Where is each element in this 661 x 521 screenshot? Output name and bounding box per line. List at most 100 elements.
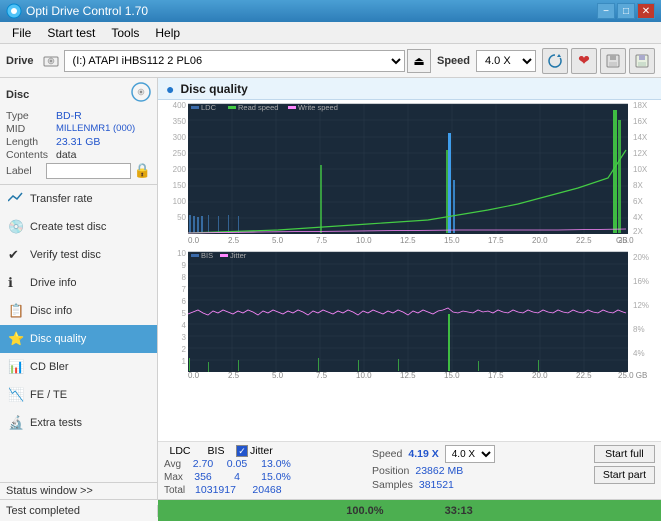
- disc-section-label: Disc: [6, 89, 29, 101]
- save-button1[interactable]: [600, 48, 626, 74]
- ldc-header: LDC: [164, 445, 196, 457]
- fe-te-icon: 📉: [8, 387, 24, 403]
- svg-text:12.5: 12.5: [400, 371, 416, 380]
- max-jitter: 15.0%: [256, 471, 296, 483]
- svg-text:6X: 6X: [633, 197, 643, 206]
- speed-select[interactable]: 4.0 X 2.0 X 6.0 X 8.0 X: [476, 50, 536, 72]
- svg-text:20.0: 20.0: [532, 371, 548, 380]
- disc-label-input[interactable]: [46, 163, 131, 179]
- close-button[interactable]: ✕: [637, 3, 655, 19]
- svg-text:2: 2: [182, 345, 187, 354]
- svg-text:BIS: BIS: [201, 251, 213, 260]
- test-complete-label: Test completed: [0, 505, 158, 517]
- dq-header-title: Disc quality: [180, 82, 247, 96]
- minimize-button[interactable]: −: [597, 3, 615, 19]
- verify-disc-label: Verify test disc: [30, 249, 101, 261]
- sidebar-item-drive-info[interactable]: ℹ Drive info: [0, 269, 157, 297]
- transfer-rate-label: Transfer rate: [30, 193, 93, 205]
- start-buttons: Start full Start part: [594, 445, 655, 484]
- svg-text:Write speed: Write speed: [298, 103, 338, 112]
- svg-text:5.0: 5.0: [272, 371, 284, 380]
- drive-info-icon: ℹ: [8, 275, 24, 291]
- svg-text:4: 4: [182, 321, 187, 330]
- progress-bar-container: 100.0% 33:13: [158, 500, 661, 521]
- sidebar-item-verify-test-disc[interactable]: ✔ Verify test disc: [0, 241, 157, 269]
- speed-dropdown[interactable]: 4.0 X 2.0 X 8.0 X: [445, 445, 495, 463]
- stats-ldc-bis: LDC BIS ✓ Jitter Avg 2.70 0.05 13.0% Max…: [164, 445, 364, 496]
- max-label: Max: [164, 472, 184, 483]
- app-icon: [6, 3, 22, 19]
- svg-text:50: 50: [177, 213, 186, 222]
- svg-text:200: 200: [173, 165, 187, 174]
- svg-text:0.0: 0.0: [188, 371, 200, 380]
- menu-file[interactable]: File: [4, 24, 39, 42]
- sidebar-item-disc-quality[interactable]: ⭐ Disc quality: [0, 325, 157, 353]
- lock-icon: 🔒: [134, 162, 151, 179]
- maximize-button[interactable]: □: [617, 3, 635, 19]
- charts-svg: 400 350 300 250 200 150 100 50 18X 16X 1…: [158, 100, 651, 380]
- type-label: Type: [6, 110, 56, 122]
- disc-label-field: Label: [6, 165, 46, 177]
- mid-value: MILLENMR1 (000): [56, 123, 135, 135]
- title-bar: Opti Drive Control 1.70 − □ ✕: [0, 0, 661, 22]
- drive-bar: Drive (I:) ATAPI iHBS112 2 PL06 ⏏ Speed …: [0, 44, 661, 78]
- start-full-button[interactable]: Start full: [594, 445, 655, 463]
- svg-text:3: 3: [182, 333, 187, 342]
- sidebar-item-fe-te[interactable]: 📉 FE / TE: [0, 381, 157, 409]
- svg-text:7.5: 7.5: [316, 371, 328, 380]
- svg-text:100: 100: [173, 197, 187, 206]
- menu-tools[interactable]: Tools: [103, 24, 147, 42]
- menu-start-test[interactable]: Start test: [39, 24, 103, 42]
- svg-text:7.5: 7.5: [316, 236, 328, 245]
- svg-text:9: 9: [182, 261, 187, 270]
- svg-text:10X: 10X: [633, 165, 648, 174]
- svg-text:350: 350: [173, 117, 187, 126]
- charts-area: 400 350 300 250 200 150 100 50 18X 16X 1…: [158, 100, 661, 441]
- svg-text:1: 1: [182, 357, 187, 366]
- samples-value: 381521: [419, 479, 454, 491]
- svg-text:12%: 12%: [633, 301, 649, 310]
- sidebar-item-create-test-disc[interactable]: 💿 Create test disc: [0, 213, 157, 241]
- eject-button[interactable]: ⏏: [407, 49, 431, 73]
- menu-help[interactable]: Help: [147, 24, 188, 42]
- svg-text:8%: 8%: [633, 325, 645, 334]
- svg-text:20%: 20%: [633, 253, 649, 262]
- main-layout: Disc Type BD-R MID MILLENMR1 (000) Lengt…: [0, 78, 661, 499]
- toolbar-icons: ❤: [542, 48, 655, 74]
- create-disc-label: Create test disc: [30, 221, 106, 233]
- svg-text:17.5: 17.5: [488, 236, 504, 245]
- svg-text:4%: 4%: [633, 349, 645, 358]
- type-value: BD-R: [56, 110, 82, 122]
- heart-button[interactable]: ❤: [571, 48, 597, 74]
- avg-label: Avg: [164, 459, 184, 470]
- svg-text:17.5: 17.5: [488, 371, 504, 380]
- start-part-button[interactable]: Start part: [594, 466, 655, 484]
- content-area: ● Disc quality: [158, 78, 661, 499]
- save-button2[interactable]: [629, 48, 655, 74]
- svg-text:22.5: 22.5: [576, 236, 592, 245]
- jitter-checkbox[interactable]: ✓: [236, 445, 248, 457]
- refresh-button[interactable]: [542, 48, 568, 74]
- drive-select[interactable]: (I:) ATAPI iHBS112 2 PL06: [64, 50, 405, 72]
- cd-bler-label: CD Bler: [30, 361, 69, 373]
- sidebar-item-cd-bler[interactable]: 📊 CD Bler: [0, 353, 157, 381]
- status-window-toggle[interactable]: Status window >>: [0, 482, 157, 499]
- svg-text:6: 6: [182, 297, 187, 306]
- sidebar: Disc Type BD-R MID MILLENMR1 (000) Lengt…: [0, 78, 158, 499]
- position-value: 23862 MB: [415, 465, 463, 477]
- progress-percent: 100.0% 33:13: [346, 505, 473, 517]
- svg-text:4X: 4X: [633, 213, 643, 222]
- sidebar-item-disc-info[interactable]: 📋 Disc info: [0, 297, 157, 325]
- svg-text:2.5: 2.5: [228, 236, 240, 245]
- svg-text:10: 10: [177, 249, 186, 258]
- svg-text:14X: 14X: [633, 133, 648, 142]
- length-value: 23.31 GB: [56, 136, 100, 148]
- svg-text:400: 400: [173, 101, 187, 110]
- sidebar-item-extra-tests[interactable]: 🔬 Extra tests: [0, 409, 157, 437]
- sidebar-item-transfer-rate[interactable]: Transfer rate: [0, 185, 157, 213]
- svg-text:25.0 GB: 25.0 GB: [618, 371, 647, 380]
- window-controls: − □ ✕: [597, 3, 655, 19]
- length-label: Length: [6, 136, 56, 148]
- disc-quality-header: ● Disc quality: [158, 78, 661, 100]
- verify-disc-icon: ✔: [8, 247, 24, 263]
